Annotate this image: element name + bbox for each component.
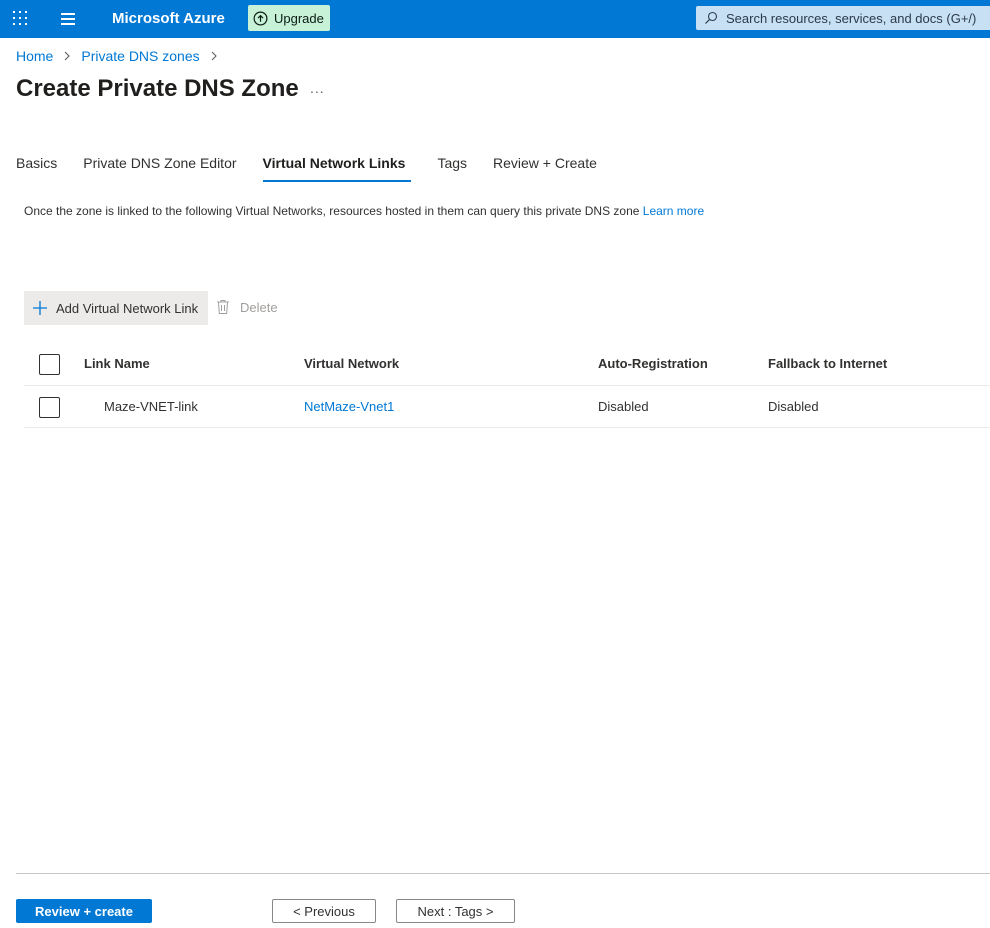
fallback-cell: Disabled [768, 399, 819, 414]
plus-icon [33, 301, 47, 315]
top-bar: Microsoft Azure Upgrade Search resources… [0, 0, 990, 38]
column-header-auto-registration[interactable]: Auto-Registration [598, 356, 708, 371]
select-all-checkbox[interactable] [39, 354, 60, 375]
search-icon [705, 11, 718, 24]
search-input[interactable]: Search resources, services, and docs (G+… [696, 6, 990, 30]
page-title: Create Private DNS Zone [16, 75, 299, 102]
brand-title[interactable]: Microsoft Azure [112, 10, 225, 27]
virtual-network-link[interactable]: NetMaze-Vnet1 [304, 399, 394, 414]
upgrade-label: Upgrade [274, 10, 324, 26]
tab-strip: Basics Private DNS Zone Editor Virtual N… [16, 155, 623, 183]
virtual-network-cell: NetMaze-Vnet1 [304, 399, 394, 414]
column-header-link-name[interactable]: Link Name [84, 356, 150, 371]
search-placeholder: Search resources, services, and docs (G+… [726, 10, 977, 26]
trash-icon [217, 300, 229, 314]
column-header-virtual-network[interactable]: Virtual Network [304, 356, 399, 371]
tab-virtual-network-links[interactable]: Virtual Network Links [262, 155, 412, 182]
learn-more-link[interactable]: Learn more [643, 204, 704, 218]
link-name-cell: Maze-VNET-link [104, 399, 198, 414]
delete-button[interactable]: Delete [216, 299, 278, 315]
breadcrumb: Home Private DNS zones [16, 48, 228, 64]
tab-private-dns-zone-editor[interactable]: Private DNS Zone Editor [83, 155, 236, 181]
table-header-row: Link Name Virtual Network Auto-Registrat… [24, 343, 990, 386]
add-virtual-network-link-button[interactable]: Add Virtual Network Link [24, 291, 208, 325]
footer-divider [16, 873, 990, 874]
column-header-fallback-to-internet[interactable]: Fallback to Internet [768, 356, 887, 371]
review-create-button[interactable]: Review + create [16, 899, 152, 923]
row-checkbox[interactable] [39, 397, 60, 418]
chevron-right-icon [64, 51, 71, 61]
breadcrumb-private-dns-zones[interactable]: Private DNS zones [81, 48, 199, 64]
upgrade-button[interactable]: Upgrade [248, 5, 330, 31]
next-tags-button[interactable]: Next : Tags > [396, 899, 515, 923]
add-label: Add Virtual Network Link [56, 300, 199, 316]
app-launcher-icon[interactable] [12, 10, 28, 26]
previous-button[interactable]: < Previous [272, 899, 376, 923]
chevron-right-icon [211, 51, 217, 61]
virtual-network-links-table: Link Name Virtual Network Auto-Registrat… [24, 343, 990, 428]
breadcrumb-home[interactable]: Home [16, 48, 53, 64]
more-options-button[interactable]: ... [310, 80, 325, 96]
tab-review-create[interactable]: Review + Create [493, 155, 597, 181]
auto-registration-cell: Disabled [598, 399, 649, 414]
intro-description: Once the zone is linked to the following… [24, 203, 744, 220]
upgrade-arrow-icon [253, 11, 268, 25]
tab-basics[interactable]: Basics [16, 155, 57, 181]
tab-tags[interactable]: Tags [437, 155, 467, 181]
hamburger-menu-icon[interactable] [60, 12, 76, 26]
intro-text: Once the zone is linked to the following… [24, 204, 643, 218]
table-row[interactable]: Maze-VNET-link NetMaze-Vnet1 Disabled Di… [24, 386, 990, 428]
delete-label: Delete [240, 299, 278, 315]
